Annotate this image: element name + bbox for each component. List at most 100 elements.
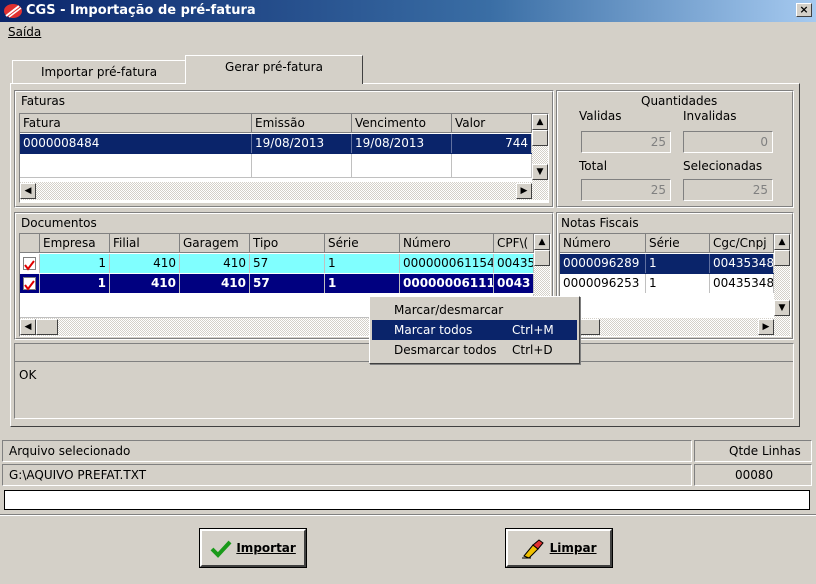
row-checkbox[interactable] xyxy=(20,254,40,273)
col-vencimento[interactable]: Vencimento xyxy=(352,114,452,133)
col-emissao[interactable]: Emissão xyxy=(252,114,352,133)
scroll-left-icon[interactable]: ◀ xyxy=(20,183,36,199)
total-field: 25 xyxy=(581,179,671,201)
importar-label: Importar xyxy=(236,541,296,555)
selecionadas-label: Selecionadas xyxy=(683,159,763,173)
invalidas-label: Invalidas xyxy=(683,109,737,123)
cell-empresa: 1 xyxy=(40,254,110,273)
checkbox-checked-icon[interactable] xyxy=(23,257,36,271)
scroll-thumb[interactable] xyxy=(36,319,58,335)
col-cpf[interactable]: CPF\( xyxy=(494,234,534,253)
menu-item-marcar-todos[interactable]: Marcar todos Ctrl+M xyxy=(372,320,577,340)
progress-bar xyxy=(4,490,810,510)
menu-item-label: Marcar/desmarcar xyxy=(394,303,504,317)
scroll-down-icon[interactable]: ▼ xyxy=(774,300,790,316)
table-row[interactable]: 1 410 410 57 1 000000061110 0043 xyxy=(20,274,534,294)
col-serie[interactable]: Série xyxy=(325,234,400,253)
window-title: CGS - Importação de pré-fatura xyxy=(26,3,256,18)
col-filial[interactable]: Filial xyxy=(110,234,180,253)
selecionadas-field: 25 xyxy=(683,179,773,201)
scroll-down-icon[interactable]: ▼ xyxy=(532,164,548,180)
table-row[interactable]: 0000096253 1 00435348 xyxy=(560,274,774,294)
scroll-up-icon[interactable]: ▲ xyxy=(534,234,550,250)
cell-fatura: 0000008484 xyxy=(20,134,252,153)
context-menu: Marcar/desmarcar Marcar todos Ctrl+M Des… xyxy=(369,296,580,364)
checkbox-checked-icon[interactable] xyxy=(23,277,36,291)
table-row[interactable]: 1 410 410 57 1 000000061154 00435 xyxy=(20,254,534,274)
empty-cell xyxy=(452,154,532,178)
cell-garagem: 410 xyxy=(180,254,250,273)
linhas-label-panel: Qtde Linhas xyxy=(694,440,812,462)
app-logo-icon xyxy=(4,4,22,18)
scroll-up-icon[interactable]: ▲ xyxy=(774,234,790,250)
scroll-thumb[interactable] xyxy=(532,130,548,146)
limpar-label: Limpar xyxy=(549,541,597,555)
menu-item-shortcut: Ctrl+M xyxy=(512,323,554,337)
tab-importar[interactable]: Importar pré-fatura xyxy=(12,60,186,84)
table-row[interactable]: 0000096289 1 00435348 xyxy=(560,254,774,274)
linhas-label: Qtde Linhas xyxy=(729,444,801,458)
scroll-right-icon[interactable]: ▶ xyxy=(516,183,532,199)
col-empresa[interactable]: Empresa xyxy=(40,234,110,253)
scroll-up-icon[interactable]: ▲ xyxy=(532,114,548,130)
tab-gerar[interactable]: Gerar pré-fatura xyxy=(185,55,363,84)
separator xyxy=(0,514,816,516)
cell-tipo: 57 xyxy=(250,274,325,293)
empty-cell xyxy=(352,154,452,178)
title-bar: CGS - Importação de pré-fatura × xyxy=(0,0,816,22)
col-tipo[interactable]: Tipo xyxy=(250,234,325,253)
close-button[interactable]: × xyxy=(796,3,812,17)
cell-tipo: 57 xyxy=(250,254,325,273)
cell-vencimento: 19/08/2013 xyxy=(352,134,452,153)
validas-field: 25 xyxy=(581,131,671,153)
cell-numero: 000000061110 xyxy=(400,274,494,293)
menu-bar: Saída xyxy=(0,22,816,42)
cell-cpf: 0043 xyxy=(494,274,534,293)
cell-valor: 744 xyxy=(452,134,532,153)
col-numero[interactable]: Número xyxy=(560,234,646,253)
arquivo-label-panel: Arquivo selecionado xyxy=(2,440,692,462)
table-row[interactable]: 0000008484 19/08/2013 19/08/2013 744 xyxy=(20,134,532,154)
col-numero[interactable]: Número xyxy=(400,234,494,253)
checkmark-icon xyxy=(210,540,232,558)
horizontal-scrollbar[interactable]: ▶ xyxy=(560,318,790,336)
arquivo-value: G:\AQUIVO PREFAT.TXT xyxy=(9,468,147,482)
cell-filial: 410 xyxy=(110,274,180,293)
arquivo-value-panel: G:\AQUIVO PREFAT.TXT xyxy=(2,464,692,486)
col-fatura[interactable]: Fatura xyxy=(20,114,252,133)
cell-serie: 1 xyxy=(325,254,400,273)
faturas-grid: Fatura Emissão Vencimento Valor 00000084… xyxy=(19,113,549,203)
menu-item-desmarcar-todos[interactable]: Desmarcar todos Ctrl+D xyxy=(372,340,577,360)
cell-numero: 000000061154 xyxy=(400,254,494,273)
menu-saida[interactable]: Saída xyxy=(8,25,41,39)
vertical-scrollbar[interactable]: ▲ ▼ xyxy=(532,114,548,182)
col-cgc[interactable]: Cgc/Cnpj xyxy=(710,234,774,253)
notas-grid: Número Série Cgc/Cnpj 0000096289 1 00435… xyxy=(559,233,791,337)
menu-item-shortcut: Ctrl+D xyxy=(512,343,553,357)
total-label: Total xyxy=(579,159,608,173)
row-checkbox[interactable] xyxy=(20,274,40,293)
vertical-scrollbar[interactable]: ▲ ▼ xyxy=(774,234,790,318)
cell-serie: 1 xyxy=(646,274,710,293)
scroll-left-icon[interactable]: ◀ xyxy=(20,319,36,335)
scroll-thumb[interactable] xyxy=(774,250,790,266)
linhas-value: 00080 xyxy=(735,468,774,482)
col-valor[interactable]: Valor xyxy=(452,114,532,133)
validas-label: Validas xyxy=(579,109,622,123)
faturas-group: Faturas Fatura Emissão Vencimento Valor … xyxy=(14,90,554,208)
quantidades-caption: Quantidades xyxy=(641,94,718,108)
scroll-thumb[interactable] xyxy=(534,250,550,266)
importar-button[interactable]: Importar xyxy=(199,528,307,568)
col-check xyxy=(20,234,40,253)
menu-item-label: Marcar todos xyxy=(394,323,473,337)
col-serie[interactable]: Série xyxy=(646,234,710,253)
col-garagem[interactable]: Garagem xyxy=(180,234,250,253)
cell-cpf: 00435 xyxy=(494,254,534,273)
faturas-caption: Faturas xyxy=(21,94,66,108)
menu-item-marcar-desmarcar[interactable]: Marcar/desmarcar xyxy=(372,300,577,320)
scroll-right-icon[interactable]: ▶ xyxy=(758,319,774,335)
cell-serie: 1 xyxy=(646,254,710,273)
horizontal-scrollbar[interactable]: ◀ ▶ xyxy=(20,182,548,200)
cell-emissao: 19/08/2013 xyxy=(252,134,352,153)
limpar-button[interactable]: Limpar xyxy=(505,528,613,568)
